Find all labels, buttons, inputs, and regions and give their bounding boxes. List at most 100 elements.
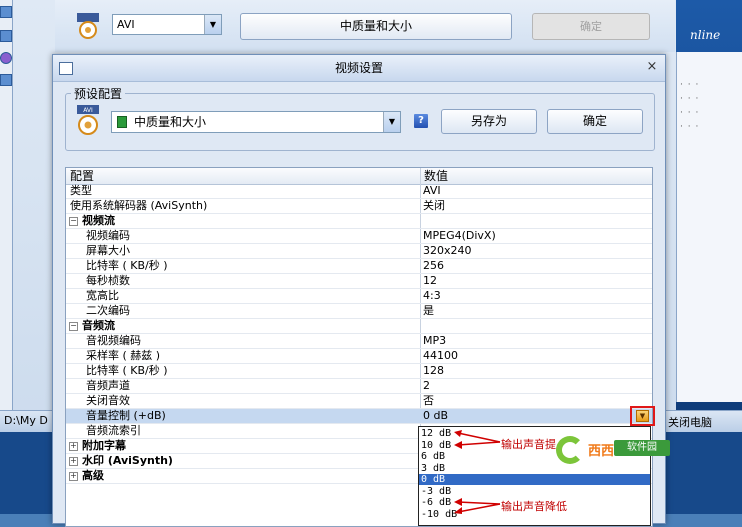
format-select-value: AVI	[117, 18, 135, 31]
confirm-button-disabled[interactable]: 确定	[532, 13, 650, 40]
grid-group-row[interactable]: − 音频流	[66, 319, 652, 334]
grid-cell-value[interactable]: 关闭	[423, 199, 445, 213]
watermark-c-mark	[556, 436, 584, 464]
grid-cell-value[interactable]: 是	[423, 304, 434, 318]
grid-cell-name: 类型	[70, 184, 92, 197]
watermark-logo: 西西 软件园	[556, 436, 672, 470]
grid-cell-name: 视频编码	[86, 229, 130, 242]
grid-cell-name: 比特率 ( KB/秒 )	[86, 364, 168, 377]
collapse-icon[interactable]: −	[69, 322, 78, 331]
grid-cell-name: 视频流	[82, 214, 115, 227]
grid-cell-name: 使用系统解码器 (AviSynth)	[70, 199, 208, 212]
save-as-button[interactable]: 另存为	[441, 109, 537, 134]
grid-row[interactable]: 音视频编码 MP3	[66, 334, 652, 349]
grid-row[interactable]: 音量控制 (+dB) 0 dB ▼	[66, 409, 652, 424]
grid-row[interactable]: 类型 AVI	[66, 184, 652, 199]
list-dots: · · ·	[680, 94, 700, 104]
grid-row[interactable]: 视频编码 MPEG4(DivX)	[66, 229, 652, 244]
tool-icon[interactable]	[0, 6, 12, 18]
watermark-sub: 软件园	[614, 440, 670, 456]
annotation-arrows-lower	[454, 498, 501, 514]
chevron-down-icon[interactable]: ▼	[383, 112, 400, 132]
svg-text:AVI: AVI	[83, 107, 93, 114]
tool-icon[interactable]	[0, 30, 12, 42]
grid-cell-value[interactable]: 否	[423, 394, 434, 408]
grid-cell-name: 采样率 ( 赫兹 )	[86, 349, 161, 362]
avi-file-icon	[77, 13, 99, 39]
grid-cell-value[interactable]: 128	[423, 364, 444, 378]
watermark-brand: 西西	[588, 444, 615, 459]
grid-cell-name: 音频流	[82, 319, 115, 332]
tool-icon[interactable]	[0, 74, 12, 86]
preset-select-value: 中质量和大小	[134, 115, 207, 129]
volume-option[interactable]: 0 dB	[419, 474, 650, 485]
dropdown-highlight-box	[630, 406, 655, 426]
grid-cell-name: 音频流索引	[86, 424, 141, 437]
quality-button[interactable]: 中质量和大小	[240, 13, 512, 40]
grid-cell-name: 附加字幕	[82, 439, 126, 452]
dialog-title: 视频设置	[334, 61, 383, 75]
ok-button[interactable]: 确定	[547, 109, 643, 134]
grid-cell-value[interactable]: 0 dB	[423, 409, 448, 423]
column-header-value[interactable]: 数值	[420, 168, 652, 184]
grid-header: 配置 数值	[66, 168, 652, 185]
disc-icon[interactable]	[0, 52, 12, 64]
collapse-icon[interactable]: −	[69, 217, 78, 226]
grid-cell-value[interactable]: MP3	[423, 334, 446, 348]
window-icon	[59, 62, 73, 75]
grid-group-row[interactable]: − 视频流	[66, 214, 652, 229]
grid-cell-name: 比特率 ( KB/秒 )	[86, 259, 168, 272]
grid-cell-value[interactable]: 320x240	[423, 244, 472, 258]
grid-cell-name: 二次编码	[86, 304, 130, 317]
expand-icon[interactable]: +	[69, 457, 78, 466]
grid-row[interactable]: 屏幕大小 320x240	[66, 244, 652, 259]
help-icon[interactable]: ?	[414, 114, 428, 128]
grid-row[interactable]: 宽高比 4:3	[66, 289, 652, 304]
close-icon[interactable]: ×	[645, 60, 659, 74]
grid-row[interactable]: 使用系统解码器 (AviSynth) 关闭	[66, 199, 652, 214]
preset-group-label: 预设配置	[71, 85, 126, 102]
shutdown-option[interactable]: 关闭电脑	[668, 414, 712, 430]
grid-cell-name: 屏幕大小	[86, 244, 130, 257]
grid-cell-value[interactable]: AVI	[423, 184, 441, 198]
grid-cell-value[interactable]: 2	[423, 379, 430, 393]
list-dots: · · ·	[680, 122, 700, 132]
grid-row[interactable]: 比特率 ( KB/秒 ) 256	[66, 259, 652, 274]
grid-cell-name: 音量控制 (+dB)	[86, 409, 166, 422]
column-header-config[interactable]: 配置	[66, 168, 420, 184]
banner-logo: nline	[690, 28, 721, 42]
grid-cell-name: 关闭音效	[86, 394, 130, 407]
format-select[interactable]: AVI ▼	[112, 14, 222, 35]
left-toolbar	[0, 0, 13, 420]
preset-select[interactable]: 中质量和大小 ▼	[111, 111, 401, 133]
avi-file-icon: AVI	[77, 105, 99, 135]
expand-icon[interactable]: +	[69, 442, 78, 451]
annotation-raise: 输出声音提	[501, 438, 556, 451]
expand-icon[interactable]: +	[69, 472, 78, 481]
chevron-down-icon[interactable]: ▼	[204, 15, 221, 34]
grid-cell-value[interactable]: 44100	[423, 349, 458, 363]
grid-row[interactable]: 二次编码 是	[66, 304, 652, 319]
grid-cell-value[interactable]: MPEG4(DivX)	[423, 229, 496, 243]
grid-cell-name: 音频声道	[86, 379, 130, 392]
annotation-arrows-raise	[454, 430, 501, 449]
grid-cell-name: 每秒桢数	[86, 274, 130, 287]
grid-cell-name: 高级	[82, 469, 104, 482]
grid-cell-value[interactable]: 4:3	[423, 289, 441, 303]
annotation-lower: 输出声音降低	[501, 500, 567, 513]
grid-row[interactable]: 关闭音效 否	[66, 394, 652, 409]
grid-cell-value[interactable]: 256	[423, 259, 444, 273]
grid-row[interactable]: 采样率 ( 赫兹 ) 44100	[66, 349, 652, 364]
grid-cell-name: 宽高比	[86, 289, 119, 302]
grid-cell-name: 音视频编码	[86, 334, 141, 347]
grid-cell-value[interactable]: 12	[423, 274, 437, 288]
grid-row[interactable]: 每秒桢数 12	[66, 274, 652, 289]
list-dots: · · ·	[680, 80, 700, 90]
right-panel	[676, 52, 742, 402]
grid-cell-name: 水印 (AviSynth)	[82, 454, 173, 467]
output-path[interactable]: D:\My D	[4, 414, 48, 427]
grid-row[interactable]: 比特率 ( KB/秒 ) 128	[66, 364, 652, 379]
preset-icon	[117, 116, 127, 128]
list-dots: · · ·	[680, 108, 700, 118]
grid-row[interactable]: 音频声道 2	[66, 379, 652, 394]
